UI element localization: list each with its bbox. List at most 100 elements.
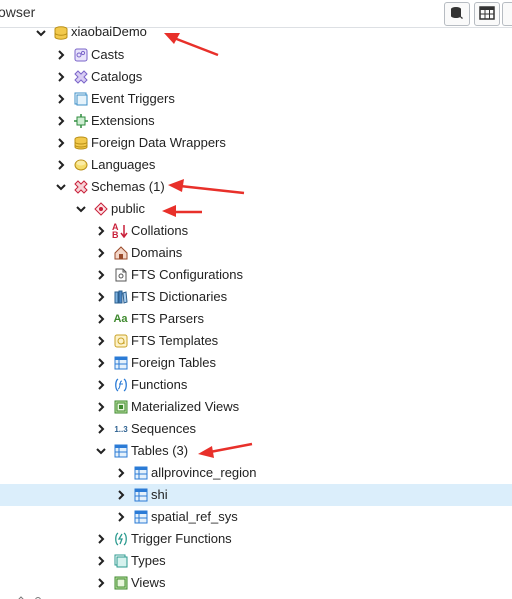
chevron-right-icon[interactable]: [95, 577, 107, 589]
tree-item-table-allprovince-region[interactable]: allprovince_region: [0, 462, 512, 484]
chevron-right-icon[interactable]: [95, 401, 107, 413]
chevron-right-icon[interactable]: [115, 489, 127, 501]
materialized-view-icon: [113, 400, 128, 415]
chevron-right-icon[interactable]: [95, 335, 107, 347]
tree-item-functions[interactable]: Functions: [0, 374, 512, 396]
chevron-right-icon[interactable]: [55, 71, 67, 83]
chevron-down-icon[interactable]: [55, 181, 67, 193]
tree-item-collations[interactable]: A B Collations: [0, 220, 512, 242]
chevron-down-icon[interactable]: [95, 445, 107, 457]
chevron-right-icon[interactable]: [115, 511, 127, 523]
chevron-right-icon[interactable]: [55, 93, 67, 105]
chevron-right-icon[interactable]: [95, 291, 107, 303]
chevron-right-icon[interactable]: [55, 49, 67, 61]
table-icon: [133, 510, 148, 525]
tree-item-catalogs[interactable]: Catalogs: [0, 66, 512, 88]
fts-dictionary-icon: [113, 290, 128, 305]
tree-item-fts-configurations[interactable]: FTS Configurations: [0, 264, 512, 286]
tree-item-label: public: [111, 201, 145, 216]
types-icon: [113, 554, 128, 569]
tree-item-label: spatial_ref_sys: [151, 509, 238, 524]
tree-item-fts-parsers[interactable]: Aa FTS Parsers: [0, 308, 512, 330]
event-trigger-icon: [73, 92, 88, 107]
chevron-right-icon[interactable]: [95, 225, 107, 237]
truncated-row-indicator: [0, 592, 60, 599]
tree-item-public-schema[interactable]: public: [0, 198, 512, 220]
tables-icon: [113, 444, 128, 459]
chevron-down-icon[interactable]: [35, 27, 47, 39]
trigger-function-icon: [113, 532, 128, 547]
tree-item-foreign-data-wrappers[interactable]: Foreign Data Wrappers: [0, 132, 512, 154]
chevron-right-icon[interactable]: [95, 247, 107, 259]
tree-item-fts-dictionaries[interactable]: FTS Dictionaries: [0, 286, 512, 308]
tree-item-types[interactable]: Types: [0, 550, 512, 572]
tree-item-label: Foreign Data Wrappers: [91, 135, 226, 150]
tree-item-label: Functions: [131, 377, 188, 392]
catalogs-icon: [73, 70, 88, 85]
chevron-right-icon[interactable]: [55, 115, 67, 127]
fts-parser-icon: Aa: [113, 313, 128, 325]
fts-configuration-icon: [113, 268, 128, 283]
tree-item-label: Extensions: [91, 113, 155, 128]
chevron-right-icon[interactable]: [115, 467, 127, 479]
chevron-right-icon[interactable]: [95, 357, 107, 369]
tree-item-table-spatial-ref-sys[interactable]: spatial_ref_sys: [0, 506, 512, 528]
tree-item-fts-templates[interactable]: FTS Templates: [0, 330, 512, 352]
tree-item-sequences[interactable]: 1..3 Sequences: [0, 418, 512, 440]
chevron-right-icon[interactable]: [95, 269, 107, 281]
chevron-right-icon[interactable]: [95, 379, 107, 391]
tree-item-trigger-functions[interactable]: Trigger Functions: [0, 528, 512, 550]
chevron-down-icon[interactable]: [75, 203, 87, 215]
tree-item-domains[interactable]: Domains: [0, 242, 512, 264]
tree-item-label: Views: [131, 575, 166, 590]
table-grid-icon: [479, 5, 495, 23]
chevron-right-icon[interactable]: [55, 159, 67, 171]
tree-item-schemas[interactable]: Schemas (1): [0, 176, 512, 198]
chevron-right-icon[interactable]: [95, 423, 107, 435]
chevron-right-icon[interactable]: [95, 533, 107, 545]
tree-item-label: Tables (3): [131, 443, 189, 458]
tree-item-label: Sequences: [131, 421, 197, 436]
tree-item-label: FTS Configurations: [131, 267, 243, 282]
casts-icon: [73, 48, 88, 63]
tree-item-label: Collations: [131, 223, 189, 238]
tree-item-label: FTS Parsers: [131, 311, 204, 326]
languages-icon: [73, 158, 88, 173]
tree-item-label: Types: [131, 553, 166, 568]
collations-icon: A B: [112, 222, 129, 240]
tree-item-languages[interactable]: Languages: [0, 154, 512, 176]
tree-item-label: Schemas (1): [91, 179, 165, 194]
schema-icon: [93, 202, 108, 217]
tree-item-label: Event Triggers: [91, 91, 175, 106]
foreign-table-icon: [113, 356, 128, 371]
tree-item-label: Materialized Views: [131, 399, 240, 414]
sequence-icon: 1..3: [114, 424, 128, 434]
tree-item-label: Trigger Functions: [131, 531, 232, 546]
tree-item-views[interactable]: Views: [0, 572, 512, 594]
panel-title: owser: [0, 4, 36, 20]
database-icon: [449, 5, 465, 24]
functions-icon: [113, 378, 128, 393]
tree-item-tables[interactable]: Tables (3): [0, 440, 512, 462]
tree-item-table-shi[interactable]: shi: [0, 484, 512, 506]
tree-item-database[interactable]: xiaobaiDemo: [0, 22, 512, 44]
tree-item-label: FTS Dictionaries: [131, 289, 228, 304]
tree-item-label: Casts: [91, 47, 125, 62]
chevron-right-icon[interactable]: [95, 555, 107, 567]
chevron-right-icon[interactable]: [95, 313, 107, 325]
tree-item-label: allprovince_region: [151, 465, 257, 480]
tree-item-label: Languages: [91, 157, 156, 172]
views-icon: [113, 576, 128, 591]
chevron-right-icon[interactable]: [55, 137, 67, 149]
database-icon: [53, 26, 68, 41]
tree-item-extensions[interactable]: Extensions: [0, 110, 512, 132]
table-icon: [133, 466, 148, 481]
foreign-data-wrapper-icon: [73, 136, 88, 151]
tree-item-event-triggers[interactable]: Event Triggers: [0, 88, 512, 110]
fts-template-icon: [113, 334, 128, 349]
tree-item-materialized-views[interactable]: Materialized Views: [0, 396, 512, 418]
tree-item-foreign-tables[interactable]: Foreign Tables: [0, 352, 512, 374]
table-icon: [133, 488, 148, 503]
tree-item-casts[interactable]: Casts: [0, 44, 512, 66]
tree-item-label: Domains: [131, 245, 183, 260]
